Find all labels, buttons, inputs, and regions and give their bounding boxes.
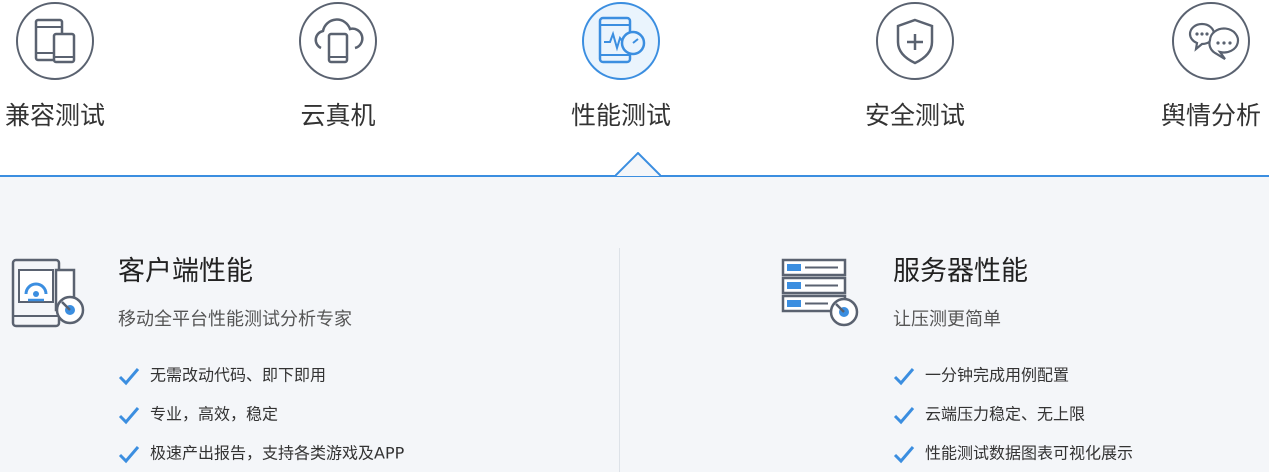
check-icon	[118, 444, 140, 464]
tab-label: 舆情分析	[1160, 101, 1261, 130]
tab-label: 性能测试	[570, 101, 671, 130]
tab-label: 兼容测试	[4, 101, 105, 130]
server-performance-subtitle: 让压测更简单	[893, 309, 1001, 330]
server-feature-item: 云端压力稳定、无上限	[893, 402, 1085, 426]
tab-cloud-phone[interactable]: 云真机	[253, 0, 423, 150]
devices-icon	[14, 0, 96, 82]
server-performance-icon	[780, 256, 860, 336]
client-feature-item: 极速产出报告，支持各类游戏及APP	[118, 441, 404, 465]
tab-security-test[interactable]: 安全测试	[830, 0, 1000, 150]
check-icon	[118, 405, 140, 425]
server-feature-item: 性能测试数据图表可视化展示	[893, 441, 1133, 465]
tab-compatibility-test[interactable]: 兼容测试	[0, 0, 140, 150]
check-icon	[118, 366, 140, 386]
performance-icon	[580, 0, 662, 82]
tab-label: 云真机	[300, 101, 376, 130]
column-divider	[619, 248, 620, 472]
check-icon	[893, 444, 915, 464]
client-performance-subtitle: 移动全平台性能测试分析专家	[118, 309, 352, 330]
check-icon	[893, 366, 915, 386]
cloud-phone-icon	[297, 0, 379, 82]
tab-label: 安全测试	[864, 101, 965, 130]
tab-public-opinion[interactable]: 舆情分析	[1126, 0, 1269, 150]
client-performance-title: 客户端性能	[118, 256, 253, 287]
client-performance-icon	[8, 256, 88, 336]
check-icon	[893, 405, 915, 425]
server-performance-title: 服务器性能	[893, 256, 1028, 287]
chat-bubbles-icon	[1170, 0, 1252, 82]
client-feature-item: 专业，高效，稳定	[118, 402, 278, 426]
shield-plus-icon	[874, 0, 956, 82]
server-feature-item: 一分钟完成用例配置	[893, 363, 1069, 387]
tab-performance-test[interactable]: 性能测试	[536, 0, 706, 150]
product-tab-bar: 兼容测试 云真机 性能测试 安全测试 舆情分析	[0, 0, 1269, 175]
active-tab-indicator	[615, 152, 661, 177]
client-feature-item: 无需改动代码、即下即用	[118, 363, 326, 387]
